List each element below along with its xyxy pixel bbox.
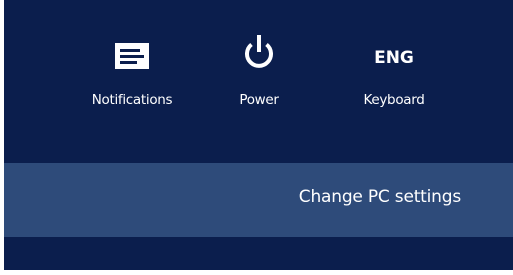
- power-button[interactable]: Power: [194, 34, 324, 130]
- change-pc-settings-link[interactable]: Change PC settings: [4, 163, 513, 237]
- settings-charm-panel: Notifications Power ENG Keyboard Change …: [4, 0, 513, 270]
- notifications-icon: [67, 34, 197, 82]
- keyboard-button[interactable]: ENG Keyboard: [329, 34, 459, 130]
- keyboard-language-indicator: ENG: [374, 48, 414, 68]
- power-label: Power: [239, 92, 279, 108]
- notifications-label: Notifications: [91, 92, 173, 108]
- keyboard-label: Keyboard: [363, 92, 425, 108]
- notifications-button[interactable]: Notifications: [67, 34, 197, 130]
- quick-settings-row: Notifications Power ENG Keyboard: [4, 0, 513, 160]
- change-pc-settings-label: Change PC settings: [298, 187, 461, 207]
- power-icon: [194, 34, 324, 82]
- keyboard-language-icon: ENG: [329, 34, 459, 82]
